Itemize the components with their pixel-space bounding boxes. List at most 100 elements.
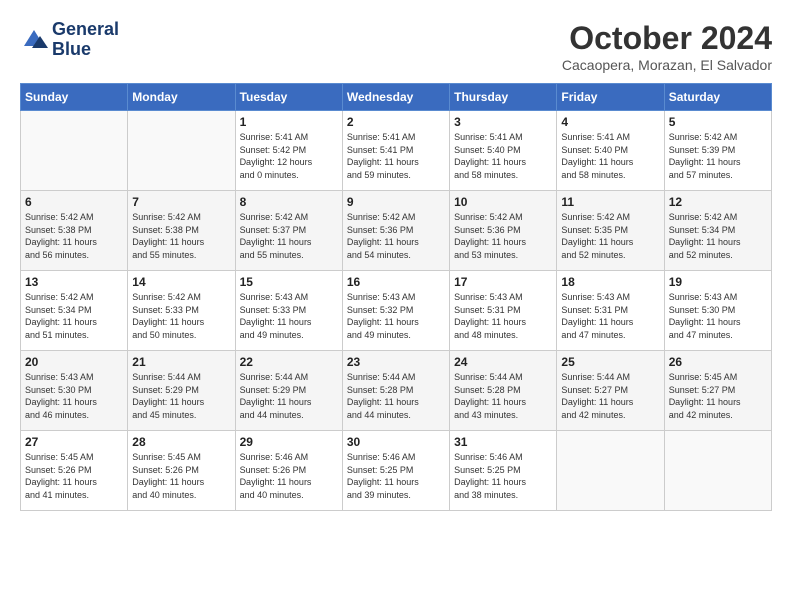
day-info: Sunrise: 5:44 AMSunset: 5:27 PMDaylight:… [561, 371, 659, 421]
page-header: General Blue October 2024 Cacaopera, Mor… [20, 20, 772, 73]
logo-text-line1: General [52, 20, 119, 40]
day-number: 13 [25, 275, 123, 289]
day-info: Sunrise: 5:42 AMSunset: 5:36 PMDaylight:… [454, 211, 552, 261]
day-info: Sunrise: 5:42 AMSunset: 5:36 PMDaylight:… [347, 211, 445, 261]
day-number: 7 [132, 195, 230, 209]
day-info: Sunrise: 5:45 AMSunset: 5:26 PMDaylight:… [132, 451, 230, 501]
day-number: 25 [561, 355, 659, 369]
cell-4-1: 28 Sunrise: 5:45 AMSunset: 5:26 PMDayligh… [128, 431, 235, 511]
day-info: Sunrise: 5:42 AMSunset: 5:34 PMDaylight:… [669, 211, 767, 261]
week-row-1: 1 Sunrise: 5:41 AMSunset: 5:42 PMDaylight… [21, 111, 772, 191]
cell-3-1: 21 Sunrise: 5:44 AMSunset: 5:29 PMDayligh… [128, 351, 235, 431]
day-number: 24 [454, 355, 552, 369]
logo-icon [20, 26, 48, 54]
day-number: 22 [240, 355, 338, 369]
cell-3-3: 23 Sunrise: 5:44 AMSunset: 5:28 PMDayligh… [342, 351, 449, 431]
day-number: 1 [240, 115, 338, 129]
day-info: Sunrise: 5:46 AMSunset: 5:25 PMDaylight:… [454, 451, 552, 501]
day-info: Sunrise: 5:43 AMSunset: 5:33 PMDaylight:… [240, 291, 338, 341]
day-number: 29 [240, 435, 338, 449]
cell-0-0 [21, 111, 128, 191]
day-number: 6 [25, 195, 123, 209]
cell-4-5 [557, 431, 664, 511]
day-info: Sunrise: 5:41 AMSunset: 5:40 PMDaylight:… [561, 131, 659, 181]
cell-2-4: 17Sunrise: 5:43 AMSunset: 5:31 PMDayligh… [450, 271, 557, 351]
calendar-table: Sunday Monday Tuesday Wednesday Thursday… [20, 83, 772, 511]
cell-2-3: 16Sunrise: 5:43 AMSunset: 5:32 PMDayligh… [342, 271, 449, 351]
week-row-3: 13Sunrise: 5:42 AMSunset: 5:34 PMDayligh… [21, 271, 772, 351]
col-wednesday: Wednesday [342, 84, 449, 111]
logo-text: General Blue [52, 20, 119, 60]
day-number: 27 [25, 435, 123, 449]
day-number: 14 [132, 275, 230, 289]
cell-1-2: 8Sunrise: 5:42 AMSunset: 5:37 PMDaylight… [235, 191, 342, 271]
cell-4-4: 31 Sunrise: 5:46 AMSunset: 5:25 PMDayligh… [450, 431, 557, 511]
cell-1-6: 12 Sunrise: 5:42 AMSunset: 5:34 PMDayligh… [664, 191, 771, 271]
cell-0-3: 2Sunrise: 5:41 AMSunset: 5:41 PMDaylight… [342, 111, 449, 191]
day-info: Sunrise: 5:43 AMSunset: 5:31 PMDaylight:… [454, 291, 552, 341]
cell-2-2: 15 Sunrise: 5:43 AMSunset: 5:33 PMDayligh… [235, 271, 342, 351]
cell-4-0: 27 Sunrise: 5:45 AMSunset: 5:26 PMDayligh… [21, 431, 128, 511]
day-info: Sunrise: 5:42 AMSunset: 5:39 PMDaylight:… [669, 131, 767, 181]
cell-0-6: 5 Sunrise: 5:42 AMSunset: 5:39 PMDaylight… [664, 111, 771, 191]
cell-2-6: 19Sunrise: 5:43 AMSunset: 5:30 PMDayligh… [664, 271, 771, 351]
day-number: 31 [454, 435, 552, 449]
day-number: 28 [132, 435, 230, 449]
week-row-4: 20 Sunrise: 5:43 AMSunset: 5:30 PMDayligh… [21, 351, 772, 431]
day-info: Sunrise: 5:44 AMSunset: 5:28 PMDaylight:… [454, 371, 552, 421]
day-number: 11 [561, 195, 659, 209]
day-number: 23 [347, 355, 445, 369]
col-tuesday: Tuesday [235, 84, 342, 111]
day-info: Sunrise: 5:45 AMSunset: 5:26 PMDaylight:… [25, 451, 123, 501]
cell-3-4: 24 Sunrise: 5:44 AMSunset: 5:28 PMDayligh… [450, 351, 557, 431]
day-number: 12 [669, 195, 767, 209]
day-number: 21 [132, 355, 230, 369]
cell-4-3: 30 Sunrise: 5:46 AMSunset: 5:25 PMDayligh… [342, 431, 449, 511]
col-sunday: Sunday [21, 84, 128, 111]
day-number: 15 [240, 275, 338, 289]
day-info: Sunrise: 5:43 AMSunset: 5:30 PMDaylight:… [25, 371, 123, 421]
cell-0-4: 3 Sunrise: 5:41 AMSunset: 5:40 PMDaylight… [450, 111, 557, 191]
day-number: 3 [454, 115, 552, 129]
cell-2-0: 13Sunrise: 5:42 AMSunset: 5:34 PMDayligh… [21, 271, 128, 351]
day-info: Sunrise: 5:41 AMSunset: 5:41 PMDaylight:… [347, 131, 445, 181]
day-info: Sunrise: 5:43 AMSunset: 5:30 PMDaylight:… [669, 291, 767, 341]
day-info: Sunrise: 5:44 AMSunset: 5:29 PMDaylight:… [240, 371, 338, 421]
day-number: 20 [25, 355, 123, 369]
cell-3-5: 25 Sunrise: 5:44 AMSunset: 5:27 PMDayligh… [557, 351, 664, 431]
week-row-5: 27 Sunrise: 5:45 AMSunset: 5:26 PMDayligh… [21, 431, 772, 511]
day-info: Sunrise: 5:42 AMSunset: 5:38 PMDaylight:… [132, 211, 230, 261]
day-info: Sunrise: 5:41 AMSunset: 5:42 PMDaylight:… [240, 131, 338, 181]
cell-3-0: 20 Sunrise: 5:43 AMSunset: 5:30 PMDayligh… [21, 351, 128, 431]
month-title: October 2024 [562, 20, 772, 57]
cell-3-6: 26 Sunrise: 5:45 AMSunset: 5:27 PMDayligh… [664, 351, 771, 431]
cell-2-5: 18Sunrise: 5:43 AMSunset: 5:31 PMDayligh… [557, 271, 664, 351]
cell-1-3: 9Sunrise: 5:42 AMSunset: 5:36 PMDaylight… [342, 191, 449, 271]
day-info: Sunrise: 5:44 AMSunset: 5:28 PMDaylight:… [347, 371, 445, 421]
title-block: October 2024 Cacaopera, Morazan, El Salv… [562, 20, 772, 73]
day-info: Sunrise: 5:46 AMSunset: 5:25 PMDaylight:… [347, 451, 445, 501]
day-number: 5 [669, 115, 767, 129]
day-info: Sunrise: 5:42 AMSunset: 5:37 PMDaylight:… [240, 211, 338, 261]
cell-3-2: 22 Sunrise: 5:44 AMSunset: 5:29 PMDayligh… [235, 351, 342, 431]
day-info: Sunrise: 5:44 AMSunset: 5:29 PMDaylight:… [132, 371, 230, 421]
day-info: Sunrise: 5:45 AMSunset: 5:27 PMDaylight:… [669, 371, 767, 421]
day-number: 4 [561, 115, 659, 129]
cell-0-5: 4 Sunrise: 5:41 AMSunset: 5:40 PMDaylight… [557, 111, 664, 191]
day-number: 30 [347, 435, 445, 449]
cell-1-1: 7 Sunrise: 5:42 AMSunset: 5:38 PMDaylight… [128, 191, 235, 271]
day-number: 16 [347, 275, 445, 289]
day-number: 18 [561, 275, 659, 289]
cell-0-1 [128, 111, 235, 191]
col-thursday: Thursday [450, 84, 557, 111]
day-number: 10 [454, 195, 552, 209]
col-monday: Monday [128, 84, 235, 111]
logo-text-line2: Blue [52, 40, 119, 60]
day-number: 26 [669, 355, 767, 369]
cell-1-0: 6 Sunrise: 5:42 AMSunset: 5:38 PMDaylight… [21, 191, 128, 271]
day-info: Sunrise: 5:41 AMSunset: 5:40 PMDaylight:… [454, 131, 552, 181]
day-info: Sunrise: 5:42 AMSunset: 5:38 PMDaylight:… [25, 211, 123, 261]
cell-0-2: 1 Sunrise: 5:41 AMSunset: 5:42 PMDaylight… [235, 111, 342, 191]
header-row: Sunday Monday Tuesday Wednesday Thursday… [21, 84, 772, 111]
cell-4-2: 29Sunrise: 5:46 AMSunset: 5:26 PMDayligh… [235, 431, 342, 511]
